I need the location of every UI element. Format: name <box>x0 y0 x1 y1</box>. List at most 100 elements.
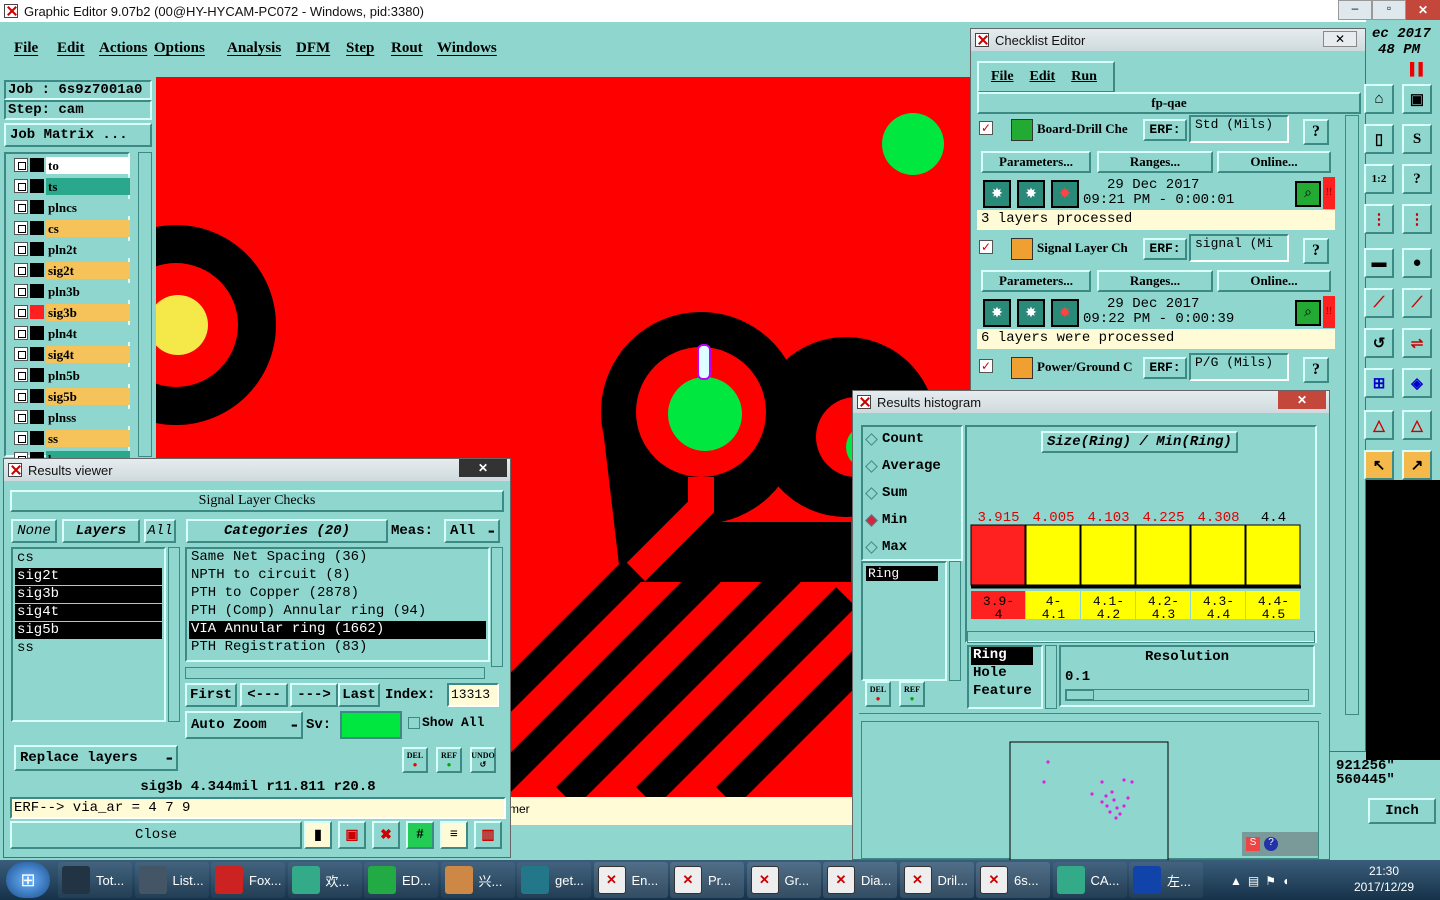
taskbar-item[interactable]: CA... <box>1052 862 1127 898</box>
stop-icon[interactable]: ✸ <box>1051 180 1079 208</box>
categories-list[interactable]: Same Net Spacing (36) NPTH to circuit (8)… <box>185 547 490 662</box>
layer-name[interactable]: sig3b <box>46 304 130 321</box>
categories-scroll[interactable] <box>491 547 503 667</box>
layer-row[interactable]: pln2t <box>14 241 130 258</box>
taskbar-item[interactable]: get... <box>517 862 591 898</box>
layer-checkbox[interactable] <box>14 221 28 235</box>
tab-layers[interactable]: Layers <box>62 519 140 543</box>
taskbar-item[interactable]: ✕ Dril... <box>899 862 974 898</box>
layer-checkbox[interactable] <box>14 179 28 193</box>
run-all-icon[interactable]: ✸ <box>1017 299 1045 327</box>
cl-menu-edit[interactable]: Edit <box>1030 69 1056 85</box>
layer-color-mark[interactable] <box>30 431 44 445</box>
ruler-icon[interactable]: ▬ <box>1364 248 1394 278</box>
menu-actions[interactable]: Actions <box>99 40 147 57</box>
menu-rout[interactable]: Rout <box>391 40 423 57</box>
prev-button[interactable]: <--- <box>240 683 288 707</box>
layer-row[interactable]: sig5b <box>14 388 130 405</box>
units-button[interactable]: Inch <box>1368 798 1436 824</box>
layer-name[interactable]: pln4t <box>46 325 130 342</box>
pointer-icon[interactable]: ↖ <box>1364 450 1394 480</box>
layer-name[interactable]: sig2t <box>46 262 130 279</box>
ring-list-scroll[interactable] <box>1045 645 1057 709</box>
menu-step[interactable]: Step <box>346 40 374 57</box>
rv-close-icon[interactable]: ✕ <box>459 459 507 477</box>
ring-list-item[interactable]: Feature <box>971 683 1033 701</box>
cl-menu-file[interactable]: File <box>991 69 1014 85</box>
category-item[interactable]: PTH (Comp) Annular ring (94) <box>189 603 486 621</box>
check-help-button[interactable]: ? <box>1303 238 1329 264</box>
tray-sound-icon[interactable]: ◖ <box>1282 874 1289 888</box>
rv-layer-item[interactable]: sig4t <box>15 604 162 621</box>
index-input[interactable]: 13313 <box>447 683 499 707</box>
layer-checkbox[interactable] <box>14 200 28 214</box>
radio-diamond-icon[interactable] <box>865 432 878 446</box>
layer-name[interactable]: sig5b <box>46 388 130 405</box>
menu-options[interactable]: Options <box>154 40 205 57</box>
measure-2-icon[interactable]: △ <box>1402 410 1432 440</box>
report-icon[interactable]: ≡ <box>440 821 468 849</box>
undo-icon[interactable]: UNDO ↺ <box>470 747 496 773</box>
rv-layer-item[interactable]: cs <box>15 550 162 567</box>
menu-dfm[interactable]: DFM <box>296 40 330 57</box>
scale-icon[interactable]: 1:2 <box>1364 164 1394 194</box>
layer-checkbox[interactable] <box>14 305 28 319</box>
radio-diamond-icon[interactable] <box>865 459 878 473</box>
layer-name[interactable]: cs <box>46 220 130 237</box>
hist-del-icon[interactable]: DEL ● <box>865 681 891 707</box>
layer-row[interactable]: to <box>14 157 130 174</box>
job-matrix-button[interactable]: Job Matrix ... <box>4 123 152 147</box>
histogram-bar[interactable] <box>1135 524 1191 586</box>
histogram-bar[interactable] <box>1190 524 1246 586</box>
line-tool-icon[interactable]: ⟋ <box>1364 288 1394 318</box>
categories-hscroll[interactable] <box>185 667 485 679</box>
taskbar-item[interactable]: Fox... <box>211 862 285 898</box>
route-icon[interactable]: S <box>1402 124 1432 154</box>
arc-icon[interactable]: ↺ <box>1364 328 1394 358</box>
menu-edit[interactable]: Edit <box>57 40 85 57</box>
hist-left-scroll[interactable] <box>949 561 961 681</box>
layer-row[interactable]: sig2t <box>14 262 130 279</box>
rv-layer-item[interactable]: sig5b <box>15 622 162 639</box>
categories-label[interactable]: Categories (20) <box>186 519 388 543</box>
number-icon[interactable]: # <box>406 821 434 849</box>
cl-close-icon[interactable]: ✕ <box>1323 31 1357 47</box>
line-tool-2-icon[interactable]: ⟋ <box>1402 288 1432 318</box>
layer-color-mark[interactable] <box>30 347 44 361</box>
check-enable-checkbox[interactable]: ✓ <box>979 240 993 254</box>
ref-icon[interactable]: REF ● <box>436 747 462 773</box>
measure-icon[interactable]: △ <box>1364 410 1394 440</box>
category-item[interactable]: NPTH to circuit (8) <box>189 567 486 585</box>
close-button-rv[interactable]: Close <box>10 821 302 849</box>
stop-icon[interactable]: ✸ <box>1051 299 1079 327</box>
check-help-button[interactable]: ? <box>1303 357 1329 383</box>
check-erf-value[interactable]: P/G (Mils) <box>1189 353 1289 381</box>
first-button[interactable]: First <box>185 683 237 707</box>
taskbar-item[interactable]: ✕ Gr... <box>746 862 821 898</box>
tab-none[interactable]: None <box>11 519 57 543</box>
zoom-icon[interactable]: ⌕ <box>1295 300 1321 326</box>
layer-row[interactable]: cs <box>14 220 130 237</box>
run-icon[interactable]: ✸ <box>983 299 1011 327</box>
layer-row[interactable]: ts <box>14 178 130 195</box>
taskbar-item[interactable]: 左... <box>1129 862 1203 898</box>
layer-checkbox[interactable] <box>14 284 28 298</box>
layer-color-mark[interactable] <box>30 242 44 256</box>
layer-checkbox[interactable] <box>14 263 28 277</box>
tray-arrow-icon[interactable]: ▲ <box>1230 874 1242 888</box>
category-item[interactable]: PTH to Copper (2878) <box>189 585 486 603</box>
mark-icon[interactable]: ▣ <box>338 821 366 849</box>
rv-layer-scroll[interactable] <box>168 547 180 722</box>
hist-option-max[interactable]: Max <box>865 539 907 555</box>
histogram-bar[interactable] <box>1080 524 1136 586</box>
ranges-button[interactable]: Ranges... <box>1097 151 1213 173</box>
layer-color-mark[interactable] <box>30 263 44 277</box>
layer-name[interactable]: plnss <box>46 409 130 426</box>
pad-icon[interactable]: ● <box>1402 248 1432 278</box>
cl-menu-run[interactable]: Run <box>1071 69 1097 85</box>
check-erf-value[interactable]: signal (Mi <box>1189 234 1289 262</box>
hist-option-sum[interactable]: Sum <box>865 485 907 501</box>
layer-row[interactable]: pln3b <box>14 283 130 300</box>
layer-color-mark[interactable] <box>30 179 44 193</box>
layer-color-mark[interactable] <box>30 305 44 319</box>
